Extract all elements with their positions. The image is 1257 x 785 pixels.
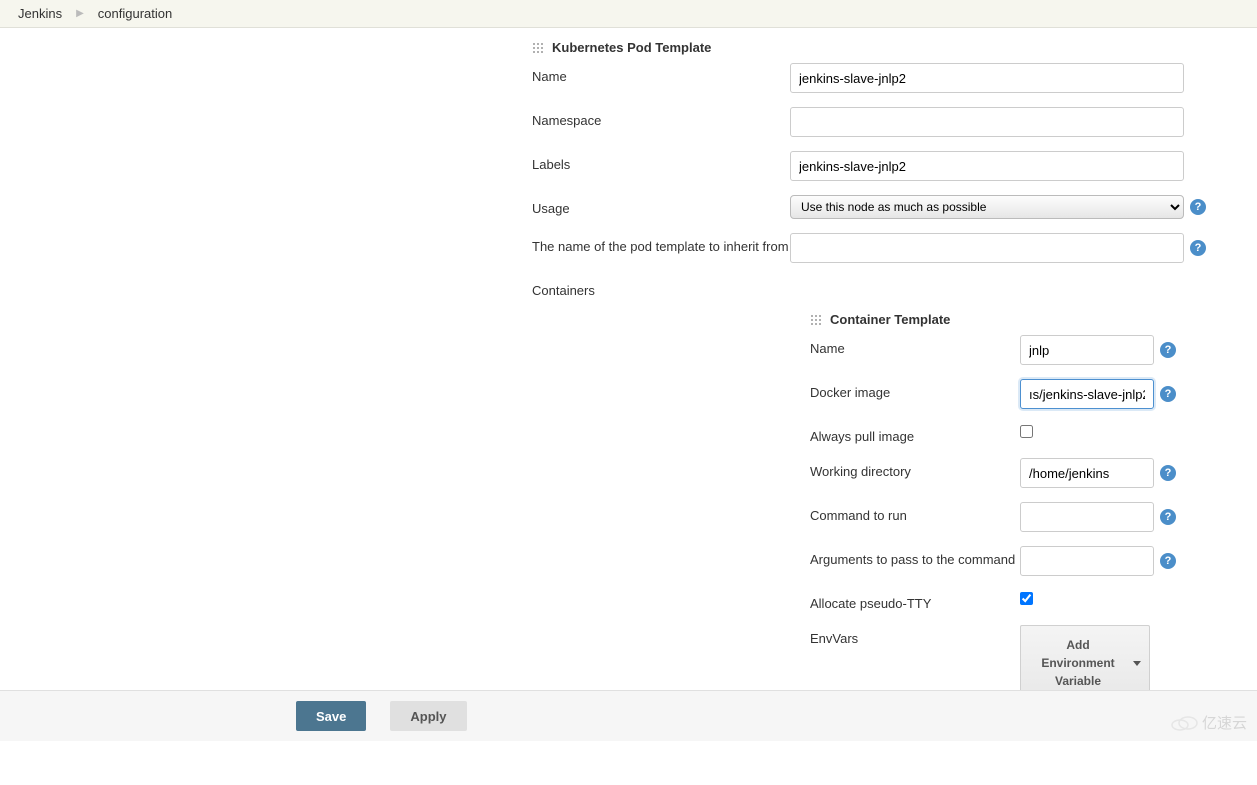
bottom-bar: Save Apply: [0, 690, 1257, 741]
chevron-down-icon: [1133, 661, 1141, 666]
breadcrumb-current[interactable]: configuration: [98, 6, 172, 21]
help-icon[interactable]: ?: [1190, 240, 1206, 256]
container-envvars-label: EnvVars: [810, 625, 1020, 646]
save-button[interactable]: Save: [296, 701, 366, 731]
container-command-input[interactable]: [1020, 502, 1154, 532]
pod-section-title: Kubernetes Pod Template: [552, 40, 711, 55]
help-icon[interactable]: ?: [1190, 199, 1206, 215]
help-icon[interactable]: ?: [1160, 386, 1176, 402]
container-image-label: Docker image: [810, 379, 1020, 400]
container-args-label: Arguments to pass to the command: [810, 546, 1020, 567]
pod-namespace-label: Namespace: [532, 107, 790, 128]
container-workdir-input[interactable]: [1020, 458, 1154, 488]
pod-inherit-input[interactable]: [790, 233, 1184, 263]
pod-usage-select[interactable]: Use this node as much as possible: [790, 195, 1184, 219]
pod-usage-label: Usage: [532, 195, 790, 216]
help-icon[interactable]: ?: [1160, 553, 1176, 569]
breadcrumb-root[interactable]: Jenkins: [18, 6, 62, 21]
container-tty-label: Allocate pseudo-TTY: [810, 590, 1020, 611]
drag-handle-icon[interactable]: [532, 42, 544, 54]
help-icon[interactable]: ?: [1160, 465, 1176, 481]
pod-name-input[interactable]: [790, 63, 1184, 93]
pod-inherit-label: The name of the pod template to inherit …: [532, 233, 790, 254]
container-name-input[interactable]: [1020, 335, 1154, 365]
container-section-title: Container Template: [830, 312, 950, 327]
pod-containers-label: Containers: [532, 277, 790, 298]
container-workdir-label: Working directory: [810, 458, 1020, 479]
watermark: 亿速云: [1170, 712, 1247, 733]
pod-labels-label: Labels: [532, 151, 790, 172]
pod-name-label: Name: [532, 63, 790, 84]
pod-namespace-input[interactable]: [790, 107, 1184, 137]
container-template-section: Container Template Name ? Docker image ?…: [810, 312, 1217, 701]
container-command-label: Command to run: [810, 502, 1020, 523]
help-icon[interactable]: ?: [1160, 342, 1176, 358]
container-tty-checkbox[interactable]: [1020, 592, 1033, 605]
container-always-pull-checkbox[interactable]: [1020, 425, 1033, 438]
container-name-label: Name: [810, 335, 1020, 356]
help-icon[interactable]: ?: [1160, 509, 1176, 525]
drag-handle-icon[interactable]: [810, 314, 822, 326]
breadcrumb-separator-icon: ▶: [76, 8, 84, 19]
apply-button[interactable]: Apply: [390, 701, 466, 731]
pod-template-section: Kubernetes Pod Template Name Namespace L…: [532, 40, 1217, 298]
container-image-input[interactable]: [1020, 379, 1154, 409]
breadcrumb: Jenkins ▶ configuration: [0, 0, 1257, 28]
pod-labels-input[interactable]: [790, 151, 1184, 181]
container-args-input[interactable]: [1020, 546, 1154, 576]
container-always-pull-label: Always pull image: [810, 423, 1020, 444]
